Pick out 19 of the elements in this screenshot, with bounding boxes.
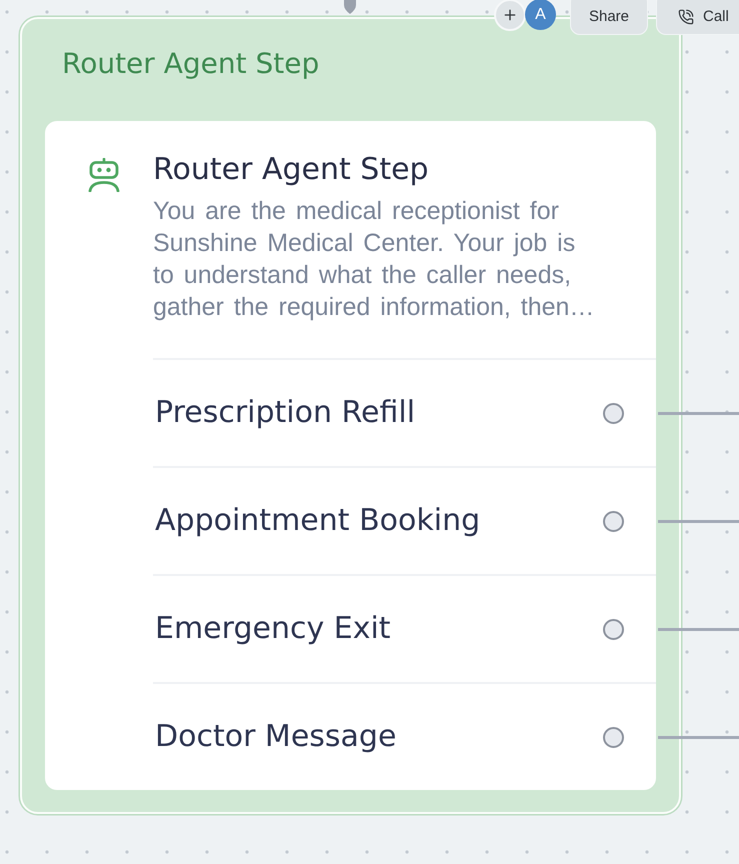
route-label: Emergency Exit: [155, 611, 391, 647]
step-title: Router Agent Step: [153, 152, 429, 188]
handle-icon[interactable]: [603, 402, 624, 424]
share-button[interactable]: Share: [570, 0, 648, 35]
handle-icon[interactable]: [603, 618, 624, 640]
route-label: Prescription Refill: [155, 395, 416, 431]
avatar[interactable]: A: [525, 0, 556, 30]
route-label: Appointment Booking: [155, 503, 480, 539]
call-button[interactable]: Call: [656, 0, 739, 35]
route-label: Doctor Message: [155, 719, 396, 755]
input-handle-icon[interactable]: [343, 0, 357, 14]
add-button[interactable]: [494, 0, 526, 31]
step-description: You are the medical receptionist for Sunshine Medical Center. Your job is to understand what the caller needs, gather the required information, then…: [153, 196, 596, 323]
phone-icon: [678, 8, 694, 24]
handle-icon[interactable]: [603, 510, 624, 532]
node-title: Router Agent Step: [62, 47, 320, 81]
robot-icon: [88, 158, 120, 192]
handle-icon[interactable]: [603, 726, 624, 748]
plus-icon: [502, 7, 518, 23]
